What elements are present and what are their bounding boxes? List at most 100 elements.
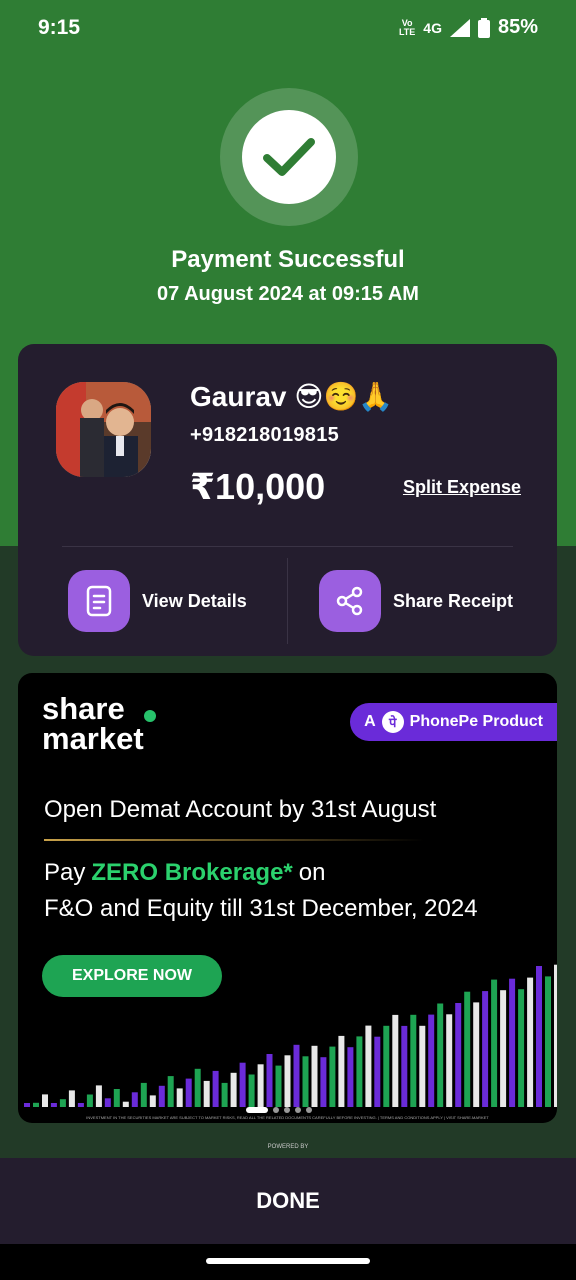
carousel-dot[interactable] — [306, 1107, 312, 1113]
decorative-bar — [104, 1098, 111, 1107]
decorative-bar — [383, 1025, 390, 1107]
offer-suffix: on — [298, 859, 326, 886]
offer-highlight: ZERO Brokerage* — [91, 859, 293, 886]
decorative-bar — [77, 1103, 84, 1107]
status-time: 9:15 — [38, 16, 81, 39]
powered-by-label: POWERED BY — [267, 1144, 309, 1150]
decorative-bar — [419, 1025, 426, 1107]
payee-card: Gaurav 😎☺️🙏 +918218019815 ₹10,000 Split … — [18, 344, 557, 656]
split-expense-link[interactable]: Split Expense — [403, 477, 521, 498]
decorative-bar — [293, 1044, 300, 1107]
decorative-bar — [437, 1003, 444, 1107]
payment-datetime: 07 August 2024 at 09:15 AM — [157, 283, 419, 305]
ad-headline: Open Demat Account by 31st August — [44, 796, 437, 823]
carousel-indicator — [246, 1107, 312, 1113]
decorative-bar — [311, 1045, 318, 1107]
carousel-dot[interactable] — [295, 1107, 301, 1113]
decorative-bar — [275, 1065, 282, 1107]
brand-logo-share: share — [42, 691, 125, 726]
phonepe-product-badge: A पे PhonePe Product — [350, 703, 557, 741]
document-icon — [68, 570, 130, 632]
decorative-bar — [545, 976, 551, 1107]
avatar — [56, 382, 151, 477]
share-receipt-label: Share Receipt — [393, 590, 514, 611]
decorative-bar — [59, 1099, 66, 1107]
decorative-bar — [86, 1094, 93, 1107]
share-icon — [319, 570, 381, 632]
decorative-bar — [140, 1082, 147, 1107]
decorative-bar — [221, 1082, 228, 1107]
network-type: 4G — [423, 19, 442, 36]
brand-logo-market: market — [42, 721, 144, 756]
decorative-bar — [122, 1101, 129, 1107]
decorative-bar — [131, 1092, 138, 1107]
share-receipt-button[interactable]: Share Receipt — [319, 570, 513, 632]
home-indicator[interactable] — [206, 1258, 370, 1264]
avatar-photo — [56, 382, 151, 477]
decorative-bar — [527, 977, 534, 1107]
badge-label: PhonePe Product — [409, 713, 543, 730]
decorative-bar — [536, 966, 542, 1107]
signal-icon — [449, 18, 470, 37]
decorative-bar — [356, 1036, 363, 1107]
status-icons: Vo LTE 4G 85% — [399, 16, 538, 39]
volte-bottom: LTE — [398, 26, 416, 37]
payment-amount: ₹10,000 — [190, 466, 326, 507]
decorative-bar — [185, 1078, 192, 1107]
decorative-bar — [491, 979, 498, 1107]
ad-offer-line: Pay ZERO Brokerage* on — [44, 859, 325, 887]
decorative-bar — [428, 1014, 435, 1107]
decorative-bar — [509, 978, 516, 1107]
decorative-bar — [149, 1095, 156, 1107]
decorative-bar — [401, 1025, 408, 1107]
decorative-bar — [167, 1076, 174, 1107]
decorative-bar — [176, 1088, 183, 1107]
view-details-label: View Details — [142, 590, 247, 611]
card-divider — [62, 546, 513, 547]
sharemarket-ad-banner[interactable]: share market A पे PhonePe Product Open D… — [18, 673, 557, 1123]
badge-prefix: A — [364, 713, 376, 730]
decorative-bar — [554, 964, 557, 1107]
ad-offer-details: F&O and Equity till 31st December, 2024 — [44, 895, 478, 922]
decorative-bar — [284, 1055, 291, 1107]
decorative-bar — [266, 1054, 273, 1107]
carousel-dot[interactable] — [284, 1107, 290, 1113]
decorative-bar — [194, 1068, 201, 1107]
phonepe-logo-icon: पे — [381, 711, 404, 733]
battery-percent: 85% — [497, 16, 538, 38]
carousel-dot[interactable] — [273, 1107, 279, 1113]
decorative-bar — [518, 989, 525, 1107]
decorative-bar — [113, 1089, 120, 1107]
decorative-bar — [365, 1025, 372, 1107]
decorative-bar — [203, 1080, 210, 1107]
ad-disclaimer: INVESTMENT IN THE SECURITIES MARKET ARE … — [86, 1115, 489, 1120]
decorative-bar — [338, 1035, 345, 1107]
decorative-bar — [500, 990, 507, 1107]
decorative-bar — [239, 1062, 246, 1107]
view-details-button[interactable]: View Details — [68, 570, 247, 632]
carousel-dot[interactable] — [246, 1107, 268, 1113]
decorative-bar — [95, 1085, 102, 1107]
decorative-bar — [50, 1103, 57, 1107]
actions-divider — [287, 558, 288, 644]
decorative-bar — [446, 1014, 453, 1107]
offer-prefix: Pay — [44, 859, 86, 886]
decorative-bar — [455, 1003, 462, 1107]
done-button[interactable]: DONE — [0, 1188, 576, 1214]
decorative-bar — [464, 991, 471, 1107]
decorative-bar — [374, 1036, 381, 1107]
payment-status-title: Payment Successful — [171, 246, 405, 273]
decorative-bar — [257, 1064, 264, 1107]
decorative-bar — [33, 1102, 39, 1107]
decorative-bar — [347, 1047, 354, 1107]
decorative-bar — [158, 1085, 165, 1107]
decorative-bar — [212, 1070, 219, 1107]
ad-divider — [44, 839, 424, 841]
volte-icon: Vo LTE — [398, 18, 416, 37]
decorative-bar — [302, 1056, 309, 1107]
decorative-bar — [320, 1057, 327, 1107]
decorative-bar — [482, 991, 489, 1107]
decorative-bar — [230, 1072, 237, 1107]
decorative-bar — [68, 1090, 75, 1107]
payee-name: Gaurav 😎☺️🙏 — [190, 381, 394, 412]
